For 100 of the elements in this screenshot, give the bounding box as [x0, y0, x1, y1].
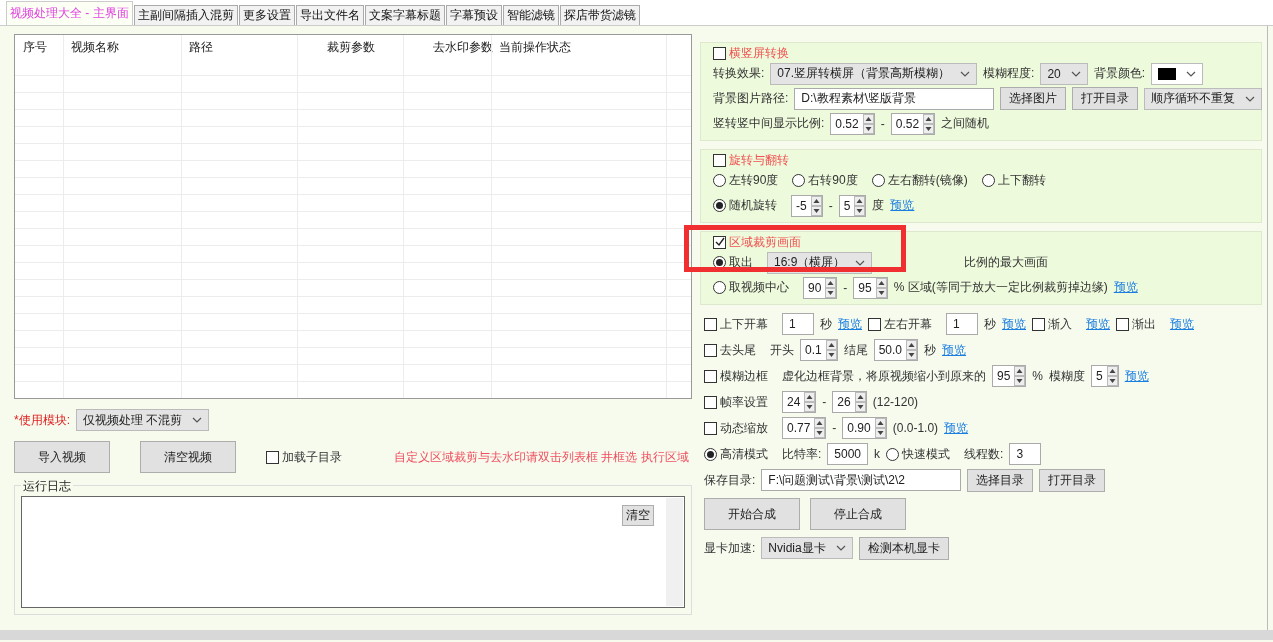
spinner-icon[interactable] — [1106, 366, 1118, 386]
preview-link[interactable]: 预览 — [1002, 315, 1026, 333]
label: - — [828, 198, 833, 213]
preview-link[interactable]: 预览 — [944, 419, 969, 437]
number-field[interactable]: 90 — [803, 276, 838, 299]
preview-link[interactable]: 预览 — [1124, 367, 1149, 385]
checkbox[interactable] — [868, 317, 881, 331]
preview-link[interactable]: 预览 — [1086, 315, 1110, 333]
color-dropdown[interactable] — [1151, 62, 1204, 85]
tab[interactable]: 视频处理大全 - 主界面 — [6, 1, 133, 25]
input-field[interactable]: 5000 — [827, 443, 869, 465]
number-field[interactable]: 95 — [992, 365, 1027, 387]
button[interactable]: 选择图片 — [1000, 87, 1067, 110]
tab[interactable]: 导出文件名 — [295, 5, 364, 25]
button[interactable]: 停止合成 — [810, 498, 906, 530]
column-header: 去水印参数 — [432, 38, 491, 56]
spinner-icon[interactable] — [906, 340, 918, 360]
dropdown[interactable]: 07.竖屏转横屏（背景高斯模糊） — [770, 62, 978, 85]
spinner-icon[interactable] — [825, 277, 837, 298]
preview-link[interactable]: 预览 — [1113, 279, 1138, 296]
spinner-icon[interactable] — [1014, 366, 1026, 386]
spinner-icon[interactable] — [854, 392, 866, 412]
preview-link[interactable]: 预览 — [890, 197, 915, 214]
caret-icon — [1070, 70, 1081, 77]
checkbox[interactable] — [713, 153, 726, 167]
number-field[interactable]: 0.52 — [830, 112, 875, 135]
label: (0.0-1.0) — [892, 421, 939, 435]
radio-button[interactable] — [981, 174, 995, 187]
number-field[interactable]: 24 — [782, 391, 817, 413]
checkbox[interactable] — [704, 317, 717, 331]
tab[interactable]: 更多设置 — [238, 5, 295, 25]
spinner-icon[interactable] — [862, 113, 874, 134]
radio-button[interactable] — [704, 447, 717, 461]
checkbox[interactable] — [704, 343, 717, 357]
checkbox[interactable] — [713, 235, 726, 249]
number-field[interactable]: 5 — [838, 194, 867, 217]
tab[interactable]: 字幕预设 — [445, 5, 502, 25]
number-field[interactable]: 26 — [832, 391, 867, 413]
button[interactable]: 导入视频 — [14, 441, 110, 473]
preview-link[interactable]: 预览 — [1170, 315, 1194, 333]
label: 结尾 — [843, 341, 868, 359]
spinner-icon[interactable] — [854, 195, 866, 216]
input-field[interactable]: 1 — [946, 313, 978, 335]
number-field[interactable]: 0.52 — [890, 112, 936, 135]
radio-button[interactable] — [713, 199, 726, 212]
button[interactable]: 打开目录 — [1072, 87, 1139, 110]
button[interactable]: 开始合成 — [704, 498, 800, 530]
checkbox[interactable] — [704, 421, 717, 435]
spinner-icon[interactable] — [825, 340, 837, 360]
number-field[interactable]: 5 — [1091, 365, 1119, 387]
tab[interactable]: 主副间隔插入混剪 — [133, 5, 238, 25]
number-field[interactable]: 50.0 — [873, 339, 919, 361]
dropdown[interactable]: 20 — [1040, 62, 1088, 85]
checkbox[interactable] — [1032, 317, 1045, 331]
tab[interactable]: 智能滤镜 — [502, 5, 559, 25]
spinner-icon[interactable] — [804, 392, 816, 412]
checkbox[interactable] — [704, 369, 717, 383]
radio-button[interactable] — [871, 174, 885, 187]
log-textarea[interactable]: 清空 — [21, 496, 685, 608]
dropdown[interactable]: 仅视频处理 不混剪 — [76, 409, 210, 431]
tab[interactable]: 文案字幕标题 — [364, 5, 445, 25]
scrollbar[interactable] — [666, 498, 683, 606]
number-field[interactable]: 95 — [853, 276, 888, 299]
spinner-icon[interactable] — [814, 418, 826, 438]
number-field[interactable]: 0.90 — [842, 417, 887, 439]
dropdown[interactable]: Nvidia显卡 — [761, 537, 853, 559]
input-field[interactable]: F:\问题测试\背景\测试\2\2 — [761, 469, 962, 491]
checkbox[interactable] — [266, 450, 279, 464]
checkbox[interactable] — [1116, 317, 1129, 331]
spinner-icon[interactable] — [810, 195, 822, 216]
button[interactable]: 清空 — [622, 505, 654, 526]
preview-link[interactable]: 预览 — [838, 315, 862, 333]
input-field[interactable]: 1 — [782, 313, 814, 335]
checkbox[interactable] — [704, 395, 717, 409]
spinner-icon[interactable] — [923, 113, 935, 134]
button[interactable]: 打开目录 — [1039, 468, 1106, 492]
checkbox[interactable] — [713, 46, 726, 60]
radio-button[interactable] — [792, 174, 806, 187]
number-field[interactable]: -5 — [791, 194, 823, 217]
column-header: 路径 — [188, 38, 214, 56]
number-field[interactable]: 0.1 — [800, 339, 838, 361]
tab[interactable]: 探店带货滤镜 — [559, 5, 640, 25]
label: % 区域(等同于放大一定比例裁剪掉边缘) — [893, 279, 1108, 296]
file-list-table[interactable]: 序号 视频名称 路径 裁剪参数 去水印参数 当前操作状态 — [14, 34, 692, 399]
label: 保存目录: — [704, 471, 756, 489]
radio-button[interactable] — [713, 174, 726, 187]
label: 之间随机 — [941, 115, 990, 132]
input-field[interactable]: D:\教程素材\竖版背景 — [794, 87, 995, 110]
button[interactable]: 清空视频 — [140, 441, 236, 473]
radio-button[interactable] — [713, 281, 726, 294]
button[interactable]: 检测本机显卡 — [858, 536, 949, 560]
input-field[interactable]: 3 — [1009, 443, 1042, 465]
number-field[interactable]: 0.77 — [782, 417, 827, 439]
label: 背景颜色: — [1093, 65, 1146, 82]
spinner-icon[interactable] — [874, 418, 886, 438]
radio-button[interactable] — [886, 447, 900, 461]
preview-link[interactable]: 预览 — [942, 341, 967, 359]
spinner-icon[interactable] — [875, 277, 887, 298]
dropdown[interactable]: 顺序循环不重复 — [1144, 87, 1263, 110]
button[interactable]: 选择目录 — [967, 468, 1034, 492]
